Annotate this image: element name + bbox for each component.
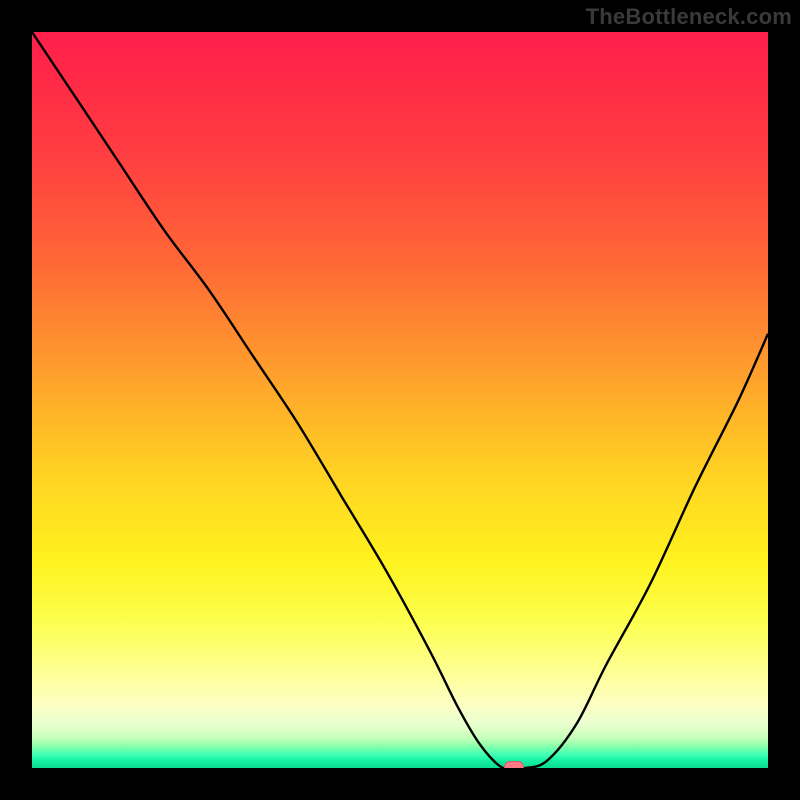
watermark-text: TheBottleneck.com <box>586 4 792 30</box>
minimum-marker <box>504 761 524 768</box>
curve-svg <box>32 32 768 768</box>
bottleneck-curve-path <box>32 32 768 768</box>
chart-frame: TheBottleneck.com <box>0 0 800 800</box>
plot-area <box>32 32 768 768</box>
